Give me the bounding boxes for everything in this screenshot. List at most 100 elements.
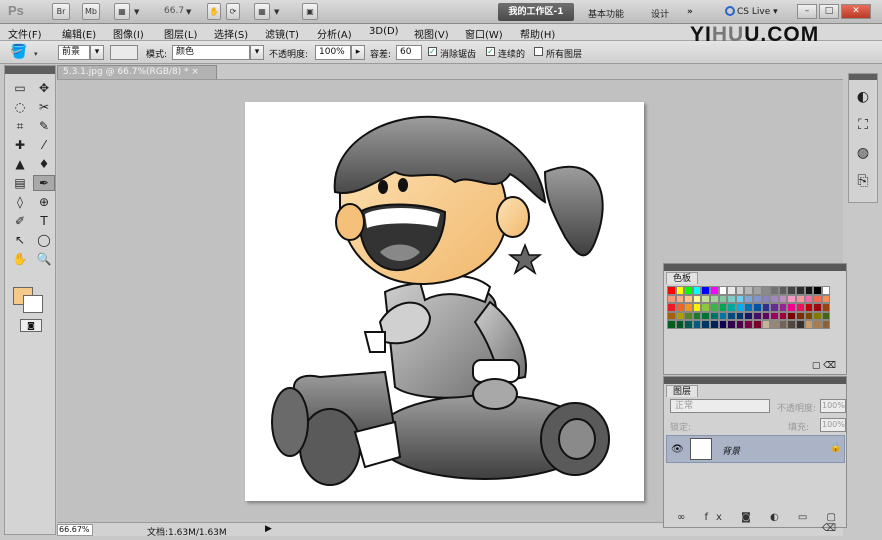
color-swatch[interactable]	[804, 286, 814, 295]
color-swatch[interactable]	[709, 311, 719, 321]
color-swatch[interactable]	[761, 303, 771, 312]
color-swatch[interactable]	[770, 286, 779, 295]
color-swatch[interactable]	[709, 294, 719, 304]
zoom-level[interactable]: 66.7	[164, 6, 184, 16]
workspace-more-button[interactable]: »	[687, 7, 693, 17]
color-swatch[interactable]	[744, 320, 753, 329]
color-swatch[interactable]	[709, 286, 719, 295]
contiguous-checkbox[interactable]: ✓	[486, 47, 495, 56]
color-swatch[interactable]	[667, 303, 676, 312]
color-swatch[interactable]	[752, 286, 762, 295]
menu-window[interactable]: 窗口(W)	[465, 26, 503, 41]
color-swatch[interactable]	[795, 303, 805, 312]
pattern-picker[interactable]	[110, 45, 138, 60]
close-button[interactable]: ✕	[841, 4, 871, 19]
menu-view[interactable]: 视图(V)	[414, 26, 449, 41]
color-swatch[interactable]	[727, 311, 736, 321]
color-swatch[interactable]	[709, 320, 719, 329]
color-swatch[interactable]	[804, 311, 814, 321]
color-swatch[interactable]	[804, 294, 814, 304]
layers-footer-icons[interactable]: ∞ fx ◙ ◐ ▭ ▢ ⌫	[664, 512, 846, 534]
pen-tool-icon[interactable]: ✐	[9, 213, 31, 229]
layer-opacity-input[interactable]: 100%	[820, 399, 846, 413]
layer-row[interactable]: 👁 背景 🔒	[666, 435, 845, 463]
fill-input[interactable]: 100%	[820, 418, 846, 432]
color-swatch[interactable]	[770, 303, 779, 312]
color-swatch[interactable]	[727, 286, 736, 295]
quick-mask-button[interactable]: ◙	[20, 319, 42, 332]
marquee-tool-icon[interactable]: ▭	[9, 80, 31, 96]
color-swatch[interactable]	[752, 320, 762, 329]
color-swatch[interactable]	[778, 286, 788, 295]
paint-bucket-icon[interactable]: 🪣	[10, 44, 27, 60]
color-swatch[interactable]	[821, 311, 831, 321]
lasso-tool-icon[interactable]: ◌	[9, 99, 31, 115]
color-swatch[interactable]	[727, 303, 736, 312]
tools-panel-header[interactable]	[5, 66, 55, 74]
color-swatch[interactable]	[821, 294, 831, 304]
color-swatch[interactable]	[744, 311, 753, 321]
color-swatch[interactable]	[684, 294, 693, 304]
color-swatch[interactable]	[675, 286, 685, 295]
background-color-swatch[interactable]	[23, 295, 43, 313]
color-swatch[interactable]	[684, 303, 693, 312]
move-tool-icon[interactable]: ✥	[33, 80, 55, 96]
color-swatch[interactable]	[752, 311, 762, 321]
brush-tool-icon[interactable]: ⁄	[33, 137, 55, 153]
workspace-design[interactable]: 设计	[651, 7, 669, 20]
eraser-tool-icon[interactable]: ▤	[9, 175, 31, 191]
color-swatch[interactable]	[752, 303, 762, 312]
color-swatch[interactable]	[813, 294, 822, 304]
fill-source-select[interactable]: 前景	[58, 45, 90, 60]
color-swatch[interactable]	[727, 320, 736, 329]
color-swatch[interactable]	[735, 286, 745, 295]
info-panel-icon[interactable]: ◍	[849, 142, 877, 164]
color-swatch[interactable]	[667, 311, 676, 321]
menu-filter[interactable]: 滤镜(T)	[265, 26, 299, 41]
chevron-down-icon[interactable]: ▼	[186, 8, 191, 16]
chevron-down-icon[interactable]: ▼	[134, 8, 139, 16]
swatches-panel-header[interactable]	[664, 264, 846, 271]
layers-tab[interactable]: 图层	[666, 385, 699, 397]
color-swatch[interactable]	[821, 320, 831, 329]
color-swatch[interactable]	[667, 294, 676, 304]
color-swatch[interactable]	[718, 286, 728, 295]
hand-tool-button[interactable]: ✋	[207, 3, 221, 20]
color-swatch[interactable]	[701, 303, 710, 312]
color-swatch[interactable]	[692, 294, 702, 304]
color-swatch[interactable]	[795, 286, 805, 295]
color-swatch[interactable]	[701, 286, 710, 295]
image-canvas[interactable]	[245, 102, 644, 501]
color-swatch[interactable]	[778, 311, 788, 321]
clone-stamp-tool-icon[interactable]: ▲	[9, 156, 31, 172]
color-swatch[interactable]	[795, 311, 805, 321]
menu-select[interactable]: 选择(S)	[214, 26, 248, 41]
path-selection-tool-icon[interactable]: ↖	[9, 232, 31, 248]
screen-mode-button[interactable]: ▣	[302, 3, 318, 20]
status-zoom-input[interactable]: 66.67%	[57, 524, 93, 536]
color-swatch[interactable]	[804, 303, 814, 312]
color-swatch[interactable]	[787, 294, 796, 304]
color-swatch[interactable]	[701, 320, 710, 329]
color-swatch[interactable]	[778, 303, 788, 312]
color-swatch[interactable]	[675, 294, 685, 304]
layers-panel-header[interactable]	[664, 377, 846, 384]
document-tab-close-icon[interactable]: ×	[191, 67, 199, 77]
chevron-down-icon[interactable]: ▾	[34, 50, 38, 58]
color-swatch[interactable]	[709, 303, 719, 312]
menu-file[interactable]: 文件(F)	[8, 26, 42, 41]
menu-3d[interactable]: 3D(D)	[369, 26, 399, 37]
color-swatch[interactable]	[692, 320, 702, 329]
mini-bridge-button[interactable]: Mb	[82, 3, 100, 20]
antialias-checkbox[interactable]: ✓	[428, 47, 437, 56]
color-swatch[interactable]	[761, 294, 771, 304]
color-swatch[interactable]	[744, 303, 753, 312]
color-swatch[interactable]	[770, 320, 779, 329]
maximize-button[interactable]: □	[819, 4, 839, 19]
color-swatch[interactable]	[787, 303, 796, 312]
color-swatch[interactable]	[813, 320, 822, 329]
hand-tool-icon[interactable]: ✋	[9, 251, 31, 267]
chevron-down-icon[interactable]: ▼	[274, 8, 279, 16]
view-extras-button[interactable]: ▦	[114, 3, 130, 20]
dock-header[interactable]	[849, 74, 877, 80]
